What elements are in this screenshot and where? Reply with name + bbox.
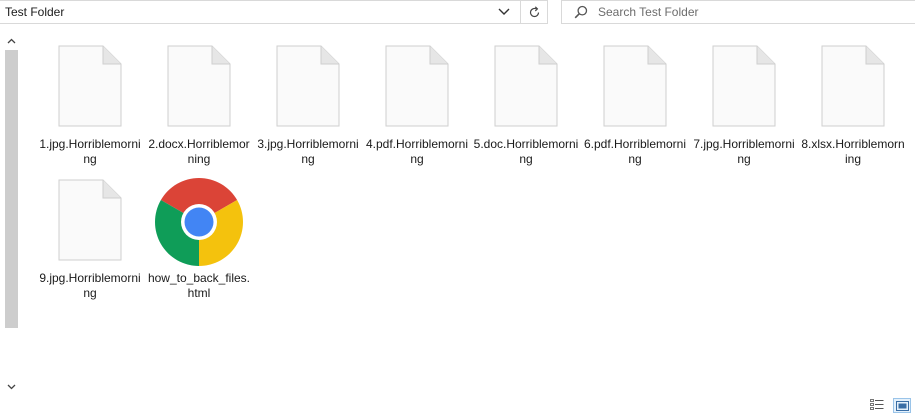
chevron-down-icon — [498, 8, 510, 15]
file-item[interactable]: 8.xlsx.Horriblemorning — [800, 40, 906, 168]
file-name: 5.doc.Horriblemorning — [473, 137, 579, 166]
file-item[interactable]: 9.jpg.Horriblemorning — [37, 174, 143, 302]
file-item[interactable]: 6.pdf.Horriblemorning — [582, 40, 688, 168]
file-item[interactable]: 1.jpg.Horriblemorning — [37, 40, 143, 168]
refresh-button[interactable] — [520, 1, 548, 23]
file-name: 8.xlsx.Horriblemorning — [801, 137, 905, 166]
file-item[interactable]: 5.doc.Horriblemorning — [473, 40, 579, 168]
scroll-up-button[interactable] — [4, 33, 19, 49]
blank-document-icon — [276, 45, 340, 127]
file-item[interactable]: 4.pdf.Horriblemorning — [364, 40, 470, 168]
blank-document-icon — [385, 45, 449, 127]
scrollbar-thumb[interactable] — [5, 50, 18, 328]
file-name: 4.pdf.Horriblemorning — [365, 137, 469, 166]
blank-document-icon — [712, 45, 776, 127]
scroll-down-button[interactable] — [4, 379, 19, 395]
blank-document-icon — [167, 45, 231, 127]
search-box[interactable] — [561, 0, 915, 24]
file-item[interactable]: 3.jpg.Horriblemorning — [255, 40, 361, 168]
chevron-up-icon — [7, 38, 16, 44]
address-history-button[interactable] — [492, 1, 516, 23]
file-item[interactable]: how_to_back_files.html — [146, 174, 252, 302]
file-name: 9.jpg.Horriblemorning — [39, 271, 141, 300]
file-name: 2.docx.Horriblemorning — [148, 137, 250, 166]
top-bar: Test Folder — [0, 0, 915, 26]
address-bar[interactable]: Test Folder — [0, 0, 548, 24]
search-icon — [574, 5, 588, 19]
file-name: 3.jpg.Horriblemorning — [257, 137, 359, 166]
search-input[interactable] — [598, 4, 898, 20]
file-item[interactable]: 2.docx.Horriblemorning — [146, 40, 252, 168]
blank-document-icon — [603, 45, 667, 127]
file-item[interactable]: 7.jpg.Horriblemorning — [691, 40, 797, 168]
chevron-down-icon — [7, 384, 16, 390]
large-icons-view-button[interactable] — [893, 398, 911, 413]
blank-document-icon — [821, 45, 885, 127]
file-list: 1.jpg.Horriblemorning 2.docx.Horriblemor… — [37, 40, 912, 380]
blank-document-icon — [58, 179, 122, 261]
file-name: 7.jpg.Horriblemorning — [693, 137, 795, 166]
refresh-icon — [529, 5, 540, 17]
large-icons-view-icon — [895, 400, 909, 411]
blank-document-icon — [494, 45, 558, 127]
blank-document-icon — [58, 45, 122, 127]
file-name: 6.pdf.Horriblemorning — [583, 137, 687, 166]
chrome-icon — [155, 178, 243, 266]
file-name: how_to_back_files.html — [147, 271, 251, 300]
details-view-icon — [870, 399, 884, 410]
file-name: 1.jpg.Horriblemorning — [39, 137, 141, 166]
vertical-scrollbar[interactable] — [4, 33, 19, 395]
details-view-button[interactable] — [869, 398, 885, 412]
address-path: Test Folder — [5, 5, 65, 19]
